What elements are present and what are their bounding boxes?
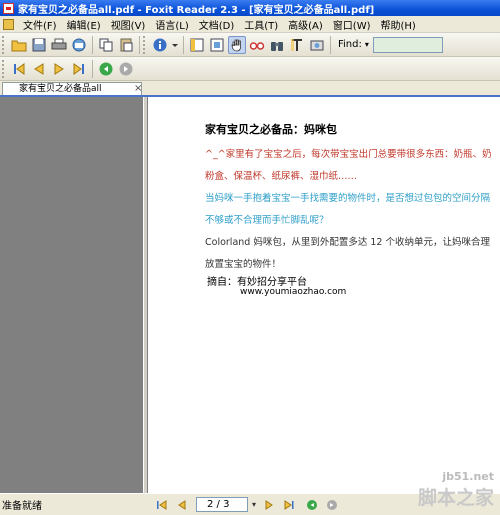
menu-tools[interactable]: 工具(T) — [239, 17, 283, 32]
info-icon[interactable] — [151, 36, 169, 54]
find-label: Find: — [338, 39, 362, 50]
binoculars-icon[interactable] — [268, 36, 286, 54]
last-page-icon[interactable] — [282, 498, 296, 512]
paste-icon[interactable] — [117, 36, 135, 54]
paragraph-red: ^_^家里有了宝宝之后，每次带宝宝出门总要带很多东西：奶瓶、奶粉盒、保温杯、纸尿… — [205, 149, 492, 182]
document-tab-strip: 家有宝贝之必备品all × — [0, 81, 500, 96]
navigation-toolbar — [0, 57, 500, 81]
source-line: 摘自：有妙招分享平台 — [207, 277, 307, 288]
menu-bar: 文件(F) 编辑(E) 视图(V) 语言(L) 文档(D) 工具(T) 高级(A… — [0, 16, 500, 33]
menu-advanced[interactable]: 高级(A) — [283, 17, 328, 32]
watermark-domain: jb51.net — [442, 470, 494, 483]
zoom-glasses-icon[interactable] — [248, 36, 266, 54]
info-dropdown-icon[interactable] — [171, 36, 179, 54]
foxit-app-icon — [3, 2, 14, 14]
last-page-icon[interactable] — [70, 60, 88, 78]
menu-file[interactable]: 文件(F) — [18, 17, 62, 32]
menu-language[interactable]: 语言(L) — [150, 17, 193, 32]
print-icon[interactable] — [50, 36, 68, 54]
find-input[interactable] — [372, 36, 443, 53]
page-dropdown-icon[interactable]: ▾ — [252, 500, 256, 509]
menu-document[interactable]: 文档(D) — [194, 17, 240, 32]
snapshot-icon[interactable] — [308, 36, 326, 54]
email-icon[interactable] — [70, 36, 88, 54]
toolbar-grip[interactable] — [2, 59, 6, 78]
menu-edit[interactable]: 编辑(E) — [62, 17, 106, 32]
toolbar-separator — [330, 35, 331, 54]
toolbar-separator — [183, 35, 184, 54]
paragraph-dark: Colorland 妈咪包，从里到外配置多达 12 个收纳单元，让妈咪合理放置宝… — [205, 237, 490, 270]
main-toolbar: Find: ▾ — [0, 33, 500, 57]
watermark-name: 脚本之家 — [417, 487, 494, 509]
next-page-icon[interactable] — [262, 498, 276, 512]
tab-document-label: 家有宝贝之必备品all — [19, 84, 102, 94]
save-icon[interactable] — [30, 36, 48, 54]
copy-icon[interactable] — [97, 36, 115, 54]
menu-help[interactable]: 帮助(H) — [376, 17, 421, 32]
previous-page-icon[interactable] — [30, 60, 48, 78]
go-back-icon[interactable] — [97, 60, 115, 78]
first-page-icon[interactable] — [10, 60, 28, 78]
page-title: 家有宝贝之必备品：妈咪包 — [205, 123, 337, 136]
navigation-panel — [0, 97, 143, 493]
window-title: 家有宝贝之必备品all.pdf - Foxit Reader 2.3 - [家有… — [18, 4, 375, 16]
tab-document[interactable]: 家有宝贝之必备品all × — [2, 82, 142, 96]
go-forward-icon[interactable] — [117, 60, 135, 78]
document-page: 家有宝贝之必备品：妈咪包 ^_^家里有了宝宝之后，每次带宝宝出门总要带很多东西：… — [148, 97, 500, 493]
window-titlebar: 家有宝贝之必备品all.pdf - Foxit Reader 2.3 - [家有… — [0, 0, 500, 16]
menu-view[interactable]: 视图(V) — [106, 17, 151, 32]
toolbar-grip[interactable] — [2, 35, 6, 54]
fit-page-icon[interactable] — [208, 36, 226, 54]
paragraph-blue: 当妈咪一手抱着宝宝一手找需要的物件时，是否想过包包的空间分隔不够或不合理而手忙脚… — [205, 193, 491, 226]
toolbar-separator — [92, 35, 93, 54]
hand-tool-icon[interactable] — [228, 35, 246, 54]
previous-page-icon[interactable] — [175, 498, 189, 512]
go-back-icon[interactable] — [305, 498, 319, 512]
open-folder-icon[interactable] — [10, 36, 28, 54]
close-icon[interactable]: × — [134, 83, 141, 95]
toolbar-separator — [92, 59, 93, 78]
text-select-icon[interactable] — [288, 36, 306, 54]
next-page-icon[interactable] — [50, 60, 68, 78]
find-dropdown-icon[interactable]: ▾ — [365, 40, 369, 49]
site-watermark: jb51.net 脚本之家 — [418, 470, 494, 510]
first-page-icon[interactable] — [155, 498, 169, 512]
status-text: 准备就绪 — [2, 501, 42, 512]
page-number-input[interactable]: 2 / 3 — [196, 497, 248, 512]
menu-window[interactable]: 窗口(W) — [328, 17, 376, 32]
source-url: www.youmiaozhao.com — [240, 287, 347, 297]
go-forward-icon[interactable] — [325, 498, 339, 512]
document-menu-icon[interactable] — [3, 18, 14, 30]
toolbar-grip[interactable] — [143, 35, 147, 54]
bookmark-panel-icon[interactable] — [188, 36, 206, 54]
toolbar-separator — [139, 35, 140, 54]
